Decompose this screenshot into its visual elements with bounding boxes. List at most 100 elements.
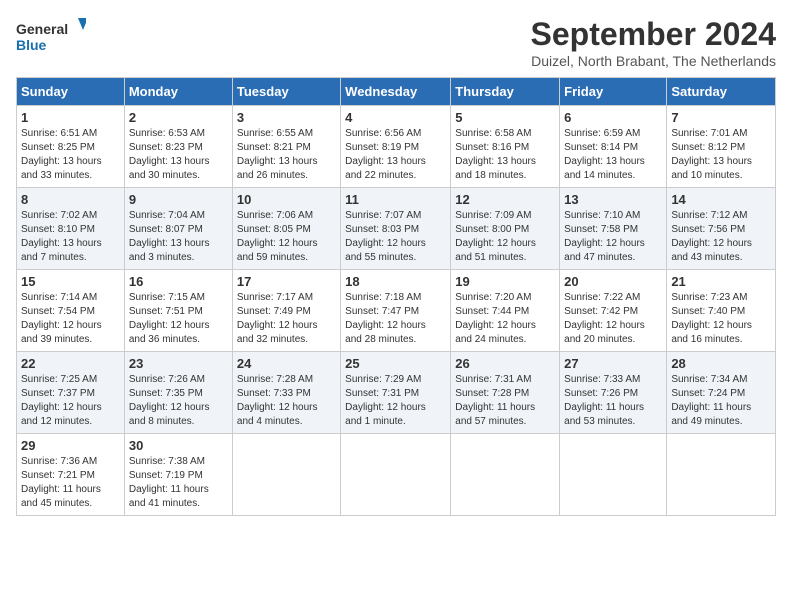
calendar-cell: 16 Sunrise: 7:15 AM Sunset: 7:51 PM Dayli…: [124, 270, 232, 352]
day-content: Sunrise: 7:25 AM Sunset: 7:37 PM Dayligh…: [21, 373, 120, 429]
svg-text:Blue: Blue: [16, 37, 47, 53]
col-friday: Friday: [560, 78, 667, 106]
calendar-cell: 10 Sunrise: 7:06 AM Sunset: 8:05 PM Dayli…: [232, 188, 340, 270]
day-number: 17: [237, 274, 336, 289]
day-number: 22: [21, 356, 120, 371]
calendar-cell: 24Sunrise: 7:28 AM Sunset: 7:33 PM Dayli…: [232, 352, 340, 434]
calendar-cell: 22 Sunrise: 7:25 AM Sunset: 7:37 PM Dayli…: [17, 352, 125, 434]
calendar-cell: 4 Sunrise: 6:56 AM Sunset: 8:19 PM Daylig…: [341, 106, 451, 188]
calendar-cell: 5Sunrise: 6:58 AM Sunset: 8:16 PM Daylig…: [451, 106, 560, 188]
day-content: Sunrise: 7:34 AM Sunset: 7:24 PM Dayligh…: [671, 373, 771, 429]
day-content: Sunrise: 7:22 AM Sunset: 7:42 PM Dayligh…: [564, 291, 662, 347]
logo: General Blue: [16, 16, 86, 58]
day-number: 7: [671, 110, 771, 125]
day-number: 15: [21, 274, 120, 289]
calendar-cell: 3 Sunrise: 6:55 AM Sunset: 8:21 PM Daylig…: [232, 106, 340, 188]
day-content: Sunrise: 7:07 AM Sunset: 8:03 PM Dayligh…: [345, 209, 446, 265]
day-number: 21: [671, 274, 771, 289]
calendar-cell: 19Sunrise: 7:20 AM Sunset: 7:44 PM Dayli…: [451, 270, 560, 352]
day-content: Sunrise: 7:38 AM Sunset: 7:19 PM Dayligh…: [129, 455, 228, 511]
day-content: Sunrise: 7:02 AM Sunset: 8:10 PM Dayligh…: [21, 209, 120, 265]
day-content: Sunrise: 7:26 AM Sunset: 7:35 PM Dayligh…: [129, 373, 228, 429]
day-number: 5: [455, 110, 555, 125]
day-number: 2: [129, 110, 228, 125]
day-number: 1: [21, 110, 120, 125]
day-number: 10: [237, 192, 336, 207]
day-number: 9: [129, 192, 228, 207]
day-content: Sunrise: 7:20 AM Sunset: 7:44 PM Dayligh…: [455, 291, 555, 347]
day-number: 12: [455, 192, 555, 207]
calendar-cell: 28 Sunrise: 7:34 AM Sunset: 7:24 PM Dayli…: [667, 352, 776, 434]
col-wednesday: Wednesday: [341, 78, 451, 106]
day-content: Sunrise: 7:31 AM Sunset: 7:28 PM Dayligh…: [455, 373, 555, 429]
day-content: Sunrise: 7:12 AM Sunset: 7:56 PM Dayligh…: [671, 209, 771, 265]
day-content: Sunrise: 7:01 AM Sunset: 8:12 PM Dayligh…: [671, 127, 771, 183]
day-number: 30: [129, 438, 228, 453]
day-number: 24: [237, 356, 336, 371]
calendar-week-row: 8 Sunrise: 7:02 AM Sunset: 8:10 PM Daylig…: [17, 188, 776, 270]
day-number: 11: [345, 192, 446, 207]
calendar-table: Sunday Monday Tuesday Wednesday Thursday…: [16, 77, 776, 516]
calendar-cell: [667, 434, 776, 516]
day-content: Sunrise: 7:17 AM Sunset: 7:49 PM Dayligh…: [237, 291, 336, 347]
calendar-cell: 18Sunrise: 7:18 AM Sunset: 7:47 PM Dayli…: [341, 270, 451, 352]
col-thursday: Thursday: [451, 78, 560, 106]
calendar-week-row: 29 Sunrise: 7:36 AM Sunset: 7:21 PM Dayli…: [17, 434, 776, 516]
day-content: Sunrise: 6:53 AM Sunset: 8:23 PM Dayligh…: [129, 127, 228, 183]
day-number: 16: [129, 274, 228, 289]
calendar-cell: 17 Sunrise: 7:17 AM Sunset: 7:49 PM Dayli…: [232, 270, 340, 352]
day-number: 4: [345, 110, 446, 125]
calendar-cell: [341, 434, 451, 516]
calendar-cell: 23 Sunrise: 7:26 AM Sunset: 7:35 PM Dayli…: [124, 352, 232, 434]
day-number: 23: [129, 356, 228, 371]
day-content: Sunrise: 6:51 AM Sunset: 8:25 PM Dayligh…: [21, 127, 120, 183]
day-content: Sunrise: 7:18 AM Sunset: 7:47 PM Dayligh…: [345, 291, 446, 347]
calendar-cell: 14 Sunrise: 7:12 AM Sunset: 7:56 PM Dayli…: [667, 188, 776, 270]
day-number: 6: [564, 110, 662, 125]
day-number: 20: [564, 274, 662, 289]
calendar-cell: 7 Sunrise: 7:01 AM Sunset: 8:12 PM Daylig…: [667, 106, 776, 188]
day-number: 29: [21, 438, 120, 453]
calendar-cell: 2 Sunrise: 6:53 AM Sunset: 8:23 PM Daylig…: [124, 106, 232, 188]
day-number: 3: [237, 110, 336, 125]
calendar-cell: [560, 434, 667, 516]
day-content: Sunrise: 6:56 AM Sunset: 8:19 PM Dayligh…: [345, 127, 446, 183]
calendar-cell: 26 Sunrise: 7:31 AM Sunset: 7:28 PM Dayli…: [451, 352, 560, 434]
col-monday: Monday: [124, 78, 232, 106]
day-number: 26: [455, 356, 555, 371]
location: Duizel, North Brabant, The Netherlands: [531, 53, 776, 69]
day-number: 13: [564, 192, 662, 207]
day-content: Sunrise: 7:15 AM Sunset: 7:51 PM Dayligh…: [129, 291, 228, 347]
calendar-cell: 25Sunrise: 7:29 AM Sunset: 7:31 PM Dayli…: [341, 352, 451, 434]
calendar-week-row: 15 Sunrise: 7:14 AM Sunset: 7:54 PM Dayli…: [17, 270, 776, 352]
col-tuesday: Tuesday: [232, 78, 340, 106]
calendar-cell: 13Sunrise: 7:10 AM Sunset: 7:58 PM Dayli…: [560, 188, 667, 270]
calendar-cell: [451, 434, 560, 516]
day-number: 8: [21, 192, 120, 207]
calendar-week-row: 22 Sunrise: 7:25 AM Sunset: 7:37 PM Dayli…: [17, 352, 776, 434]
day-content: Sunrise: 6:59 AM Sunset: 8:14 PM Dayligh…: [564, 127, 662, 183]
calendar-cell: 30 Sunrise: 7:38 AM Sunset: 7:19 PM Dayli…: [124, 434, 232, 516]
day-content: Sunrise: 6:55 AM Sunset: 8:21 PM Dayligh…: [237, 127, 336, 183]
day-content: Sunrise: 7:04 AM Sunset: 8:07 PM Dayligh…: [129, 209, 228, 265]
day-number: 28: [671, 356, 771, 371]
day-number: 14: [671, 192, 771, 207]
day-content: Sunrise: 7:33 AM Sunset: 7:26 PM Dayligh…: [564, 373, 662, 429]
day-number: 27: [564, 356, 662, 371]
calendar-cell: 9 Sunrise: 7:04 AM Sunset: 8:07 PM Daylig…: [124, 188, 232, 270]
month-title: September 2024: [531, 16, 776, 53]
calendar-cell: 11 Sunrise: 7:07 AM Sunset: 8:03 PM Dayli…: [341, 188, 451, 270]
svg-text:General: General: [16, 21, 68, 37]
title-area: September 2024 Duizel, North Brabant, Th…: [531, 16, 776, 69]
day-content: Sunrise: 7:29 AM Sunset: 7:31 PM Dayligh…: [345, 373, 446, 429]
page-header: General Blue September 2024 Duizel, Nort…: [16, 16, 776, 69]
col-saturday: Saturday: [667, 78, 776, 106]
calendar-cell: 8 Sunrise: 7:02 AM Sunset: 8:10 PM Daylig…: [17, 188, 125, 270]
day-content: Sunrise: 7:06 AM Sunset: 8:05 PM Dayligh…: [237, 209, 336, 265]
day-content: Sunrise: 7:36 AM Sunset: 7:21 PM Dayligh…: [21, 455, 120, 511]
header-row: Sunday Monday Tuesday Wednesday Thursday…: [17, 78, 776, 106]
calendar-cell: 12Sunrise: 7:09 AM Sunset: 8:00 PM Dayli…: [451, 188, 560, 270]
day-content: Sunrise: 7:14 AM Sunset: 7:54 PM Dayligh…: [21, 291, 120, 347]
calendar-week-row: 1 Sunrise: 6:51 AM Sunset: 8:25 PM Daylig…: [17, 106, 776, 188]
col-sunday: Sunday: [17, 78, 125, 106]
